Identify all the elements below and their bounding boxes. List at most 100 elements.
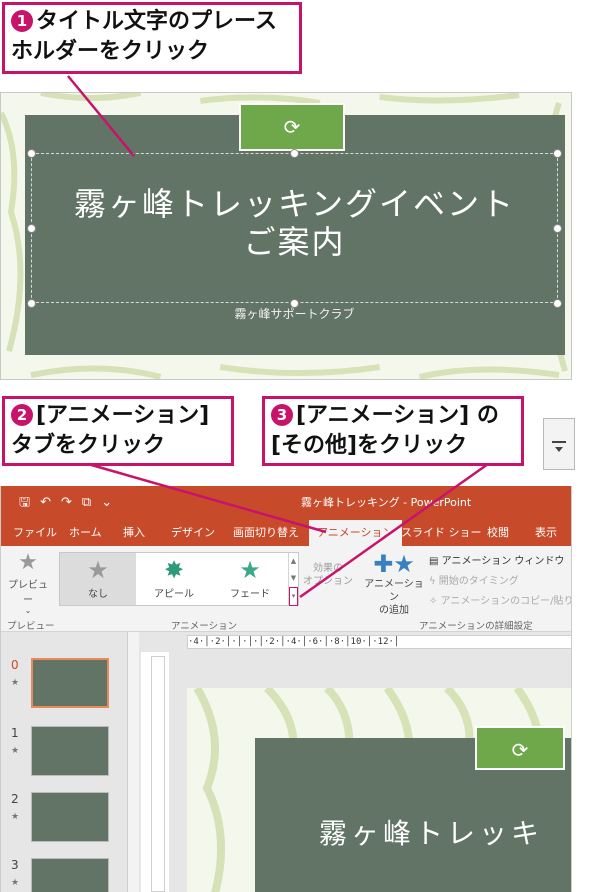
effect-options-button[interactable]: 効果の オプション: [303, 562, 353, 588]
slide-title-line2: ご案内: [243, 223, 346, 261]
animation-pane-icon: ▤: [429, 556, 439, 567]
star-icon: ★: [87, 556, 109, 584]
green-rotate-tab: ⟳: [475, 726, 565, 770]
thumbnail-row[interactable]: 1 ★: [1, 726, 131, 786]
animation-marker-icon: ★: [11, 678, 20, 688]
lightning-icon: ϟ: [429, 576, 436, 587]
resize-handle[interactable]: [27, 149, 36, 158]
preview-button[interactable]: ★ プレビュー ⌄: [5, 550, 51, 615]
more-arrow-icon: [555, 447, 563, 452]
callout-1-line1: タイトル文字のプレース: [36, 9, 277, 34]
animation-appear[interactable]: ✸ アピール: [136, 553, 212, 605]
animation-marker-icon: ★: [11, 878, 20, 888]
undo-icon[interactable]: ↶: [40, 495, 61, 510]
title-bar: 🖫↶↷⧉⌄ 霧ヶ峰トレッキング - PowerPoint: [1, 486, 571, 516]
customize-icon[interactable]: ⌄: [101, 495, 122, 510]
redo-icon[interactable]: ↷: [61, 495, 82, 510]
window-title: 霧ヶ峰トレッキング - PowerPoint: [301, 496, 472, 509]
animation-appear-label: アピール: [154, 589, 194, 600]
powerpoint-window: 🖫↶↷⧉⌄ 霧ヶ峰トレッキング - PowerPoint ファイル ホーム 挿入…: [0, 486, 572, 892]
vertical-ruler: [151, 656, 165, 892]
trigger-label: 開始のタイミング: [438, 576, 519, 587]
slide-title[interactable]: 霧ヶ峰トレッキングイベント ご案内: [31, 185, 558, 261]
tab-animations[interactable]: アニメーション: [309, 520, 402, 546]
group-label-preview: プレビュー: [7, 621, 55, 632]
rotate-icon[interactable]: ⟳: [241, 115, 343, 139]
slideshow-icon[interactable]: ⧉: [82, 495, 101, 510]
screenshot-root: { "callouts": [ {"num": "1", "line1": "タ…: [0, 0, 600, 892]
painter-icon: ✧: [429, 596, 438, 607]
rotate-icon[interactable]: ⟳: [477, 738, 563, 762]
tab-design[interactable]: デザイン: [171, 524, 215, 540]
animation-pane-button[interactable]: ▤ アニメーション ウィンドウ: [429, 552, 564, 567]
gallery-scroll: ▲ ▼ ▾: [288, 553, 298, 606]
thumbnail-image: [31, 858, 109, 892]
callout-number-1: 1: [11, 10, 33, 32]
callout-2-line1: [アニメーション]: [36, 403, 210, 428]
slide-title-line1: 霧ヶ峰トレッキングイベント: [73, 185, 516, 223]
more-bar: [552, 441, 566, 443]
animation-none[interactable]: ★ なし: [60, 553, 136, 605]
more-button-icon: [543, 418, 575, 470]
save-icon[interactable]: 🖫: [19, 495, 40, 510]
tab-review[interactable]: 校閲: [487, 524, 509, 540]
horizontal-ruler: ·4·│·2·│·│·│·│·2·│·4·│·6·│·8·│10·│·12·│: [187, 635, 571, 649]
resize-handle[interactable]: [290, 149, 299, 158]
burst-star-icon: ✸: [163, 556, 185, 584]
thumbnail-number: 3: [11, 858, 19, 872]
effect-options-line2: オプション: [303, 576, 353, 587]
slide-preview-top: ⟳ 霧ヶ峰トレッキングイベント ご案内 霧ヶ峰サポートクラブ: [0, 92, 572, 380]
trigger-button[interactable]: ϟ 開始のタイミング: [429, 572, 519, 587]
add-animation-button[interactable]: ✚★ アニメーション の追加: [361, 550, 427, 617]
thumbnail-row[interactable]: 3 ★: [1, 858, 131, 892]
callout-number-2: 2: [11, 404, 33, 426]
green-rotate-tab: ⟳: [239, 103, 345, 151]
resize-handle[interactable]: [553, 149, 562, 158]
tab-slideshow[interactable]: スライド ショー: [401, 524, 482, 540]
quick-access-toolbar: 🖫↶↷⧉⌄: [19, 493, 122, 515]
tab-view[interactable]: 表示: [535, 524, 557, 540]
animation-marker-icon: ★: [11, 746, 20, 756]
canvas-slide-title[interactable]: 霧ヶ峰トレッキ: [319, 812, 543, 852]
thumbnail-image: [31, 658, 109, 708]
animation-fade-label: フェード: [230, 589, 270, 600]
add-star-icon: ✚★: [373, 550, 415, 578]
slide-subtitle[interactable]: 霧ヶ峰サポートクラブ: [31, 305, 558, 322]
animation-marker-icon: ★: [11, 812, 20, 822]
callout-3-line2: [その他]をクリック: [271, 433, 468, 458]
thumbnail-number: 2: [11, 792, 19, 806]
callout-number-3: 3: [271, 404, 293, 426]
slide-thumbnail-pane: 0 ★ 1 ★ 2 ★ 3 ★: [1, 632, 141, 892]
effect-options-line1: 効果の: [313, 563, 343, 574]
callout-1: 1 タイトル文字のプレース ホルダーをクリック: [2, 2, 302, 74]
chevron-down-icon: ⌄: [24, 606, 32, 615]
star-icon: ★: [18, 550, 38, 575]
painter-label: アニメーションのコピー/貼り付け: [440, 596, 572, 607]
thumbnail-row[interactable]: 2 ★: [1, 792, 131, 852]
group-label-advanced: アニメーションの詳細設定: [419, 621, 533, 632]
more-button[interactable]: ▾: [289, 587, 298, 606]
animation-none-label: なし: [88, 589, 108, 600]
animation-ribbon: ★ プレビュー ⌄ ★ なし ✸ アピール ★ フェード ▲ ▼ ▾ 効果の オ…: [1, 546, 571, 632]
tab-insert[interactable]: 挿入: [123, 524, 145, 540]
tab-file[interactable]: ファイル: [13, 524, 57, 540]
scroll-up-icon[interactable]: ▲: [289, 553, 298, 570]
animation-pane-label: アニメーション ウィンドウ: [441, 556, 565, 567]
thumbnail-row[interactable]: 0 ★: [1, 658, 131, 718]
thumbnail-image: [31, 792, 109, 842]
thumbnail-number: 0: [11, 658, 19, 672]
group-label-animation: アニメーション: [171, 621, 238, 632]
preview-label: プレビュー: [8, 580, 48, 606]
scroll-down-icon[interactable]: ▼: [289, 570, 298, 587]
callout-2: 2 [アニメーション] タブをクリック: [2, 396, 234, 466]
slide-canvas: ⟳ 霧ヶ峰トレッキ: [169, 652, 571, 892]
callout-1-line2: ホルダーをクリック: [11, 39, 210, 64]
thumbnail-scrollbar[interactable]: [127, 632, 139, 892]
add-animation-line1: アニメーション: [364, 579, 424, 603]
animation-painter-button[interactable]: ✧ アニメーションのコピー/貼り付け: [429, 592, 572, 607]
tab-transitions[interactable]: 画面切り替え: [233, 524, 299, 540]
animation-fade[interactable]: ★ フェード: [212, 553, 288, 605]
star-icon: ★: [239, 556, 261, 584]
tab-home[interactable]: ホーム: [69, 524, 102, 540]
animation-gallery: ★ なし ✸ アピール ★ フェード ▲ ▼ ▾: [59, 552, 299, 606]
